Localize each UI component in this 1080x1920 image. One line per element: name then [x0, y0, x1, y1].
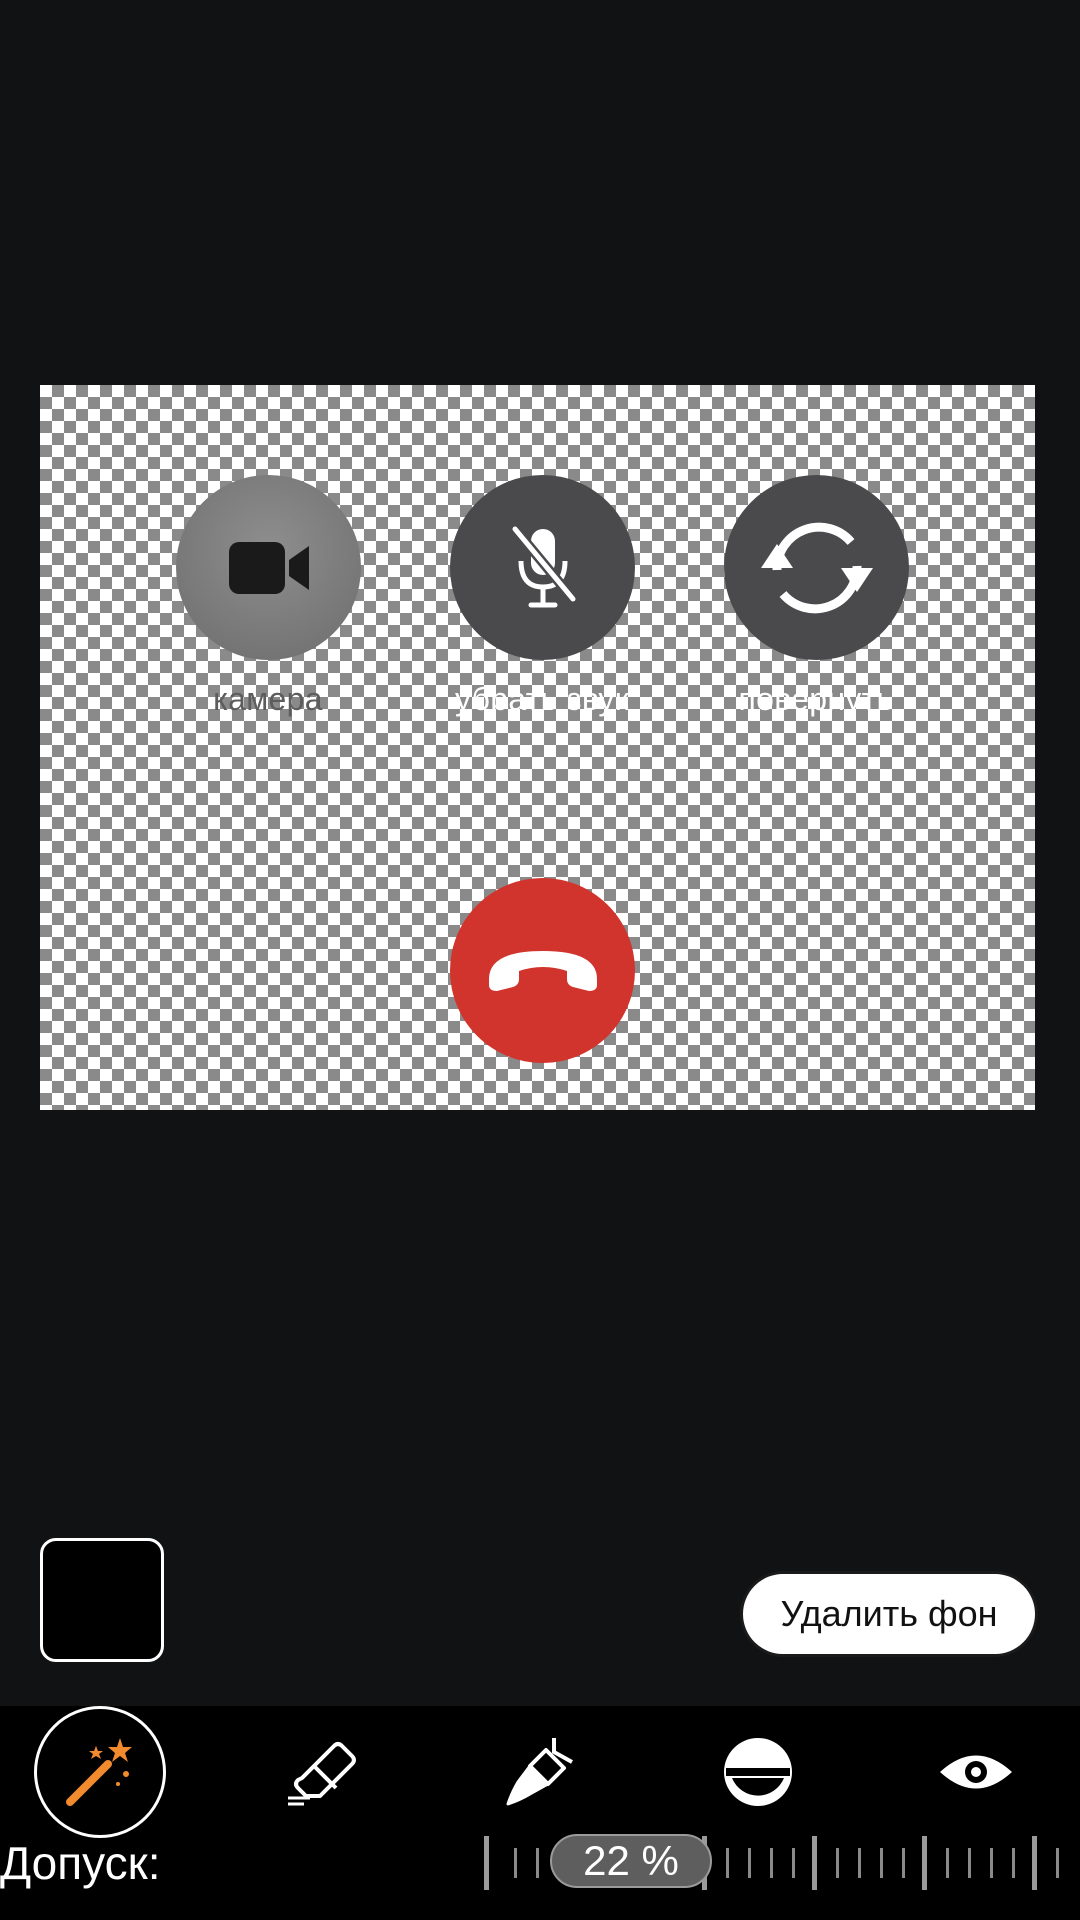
magic-wand-icon: [66, 1738, 132, 1806]
rotate-button[interactable]: [724, 475, 909, 660]
slider-tick: [968, 1848, 971, 1878]
tolerance-value-badge[interactable]: 22 %: [550, 1834, 712, 1888]
tolerance-slider[interactable]: 22 %: [480, 1826, 1080, 1896]
mic-off-icon: [510, 525, 577, 607]
remove-background-button[interactable]: Удалить фон: [740, 1571, 1038, 1657]
preview-tool[interactable]: [910, 1706, 1042, 1838]
slider-tick: [902, 1848, 905, 1878]
slider-tick: [748, 1848, 751, 1878]
rotate-label: повернуть: [738, 681, 894, 717]
slider-tick: [922, 1836, 927, 1890]
bottom-toolbar: Допуск: 22 %: [0, 1706, 1080, 1920]
slider-tick: [1032, 1836, 1037, 1890]
brush-icon: [506, 1738, 573, 1806]
slider-tick: [726, 1848, 729, 1878]
tolerance-label: Допуск:: [0, 1837, 161, 1889]
slider-tick: [836, 1848, 839, 1878]
brush-tool[interactable]: [474, 1706, 606, 1838]
slider-tick: [514, 1848, 517, 1878]
slider-tick: [946, 1848, 949, 1878]
slider-tick: [484, 1836, 489, 1890]
magic-wand-tool[interactable]: [34, 1706, 166, 1838]
video-camera-icon: [228, 541, 309, 594]
hangup-button[interactable]: [450, 878, 635, 1063]
eraser-icon: [288, 1742, 356, 1806]
mute-label: убрать звук: [454, 681, 630, 717]
slider-tick: [792, 1848, 795, 1878]
slider-tick: [1012, 1848, 1015, 1878]
eye-icon: [940, 1755, 1012, 1789]
slider-tick: [990, 1848, 993, 1878]
slider-tick: [880, 1848, 883, 1878]
eraser-tool[interactable]: [254, 1706, 386, 1838]
slider-tick: [812, 1836, 817, 1890]
phone-hangup-icon: [488, 950, 597, 991]
image-canvas[interactable]: камера убрать звук повернуть: [40, 385, 1035, 1110]
mute-button[interactable]: [450, 475, 635, 660]
camera-label: камера: [213, 681, 323, 717]
tolerance-value: 22 %: [583, 1837, 679, 1884]
slider-tick: [770, 1848, 773, 1878]
remove-background-label: Удалить фон: [780, 1593, 998, 1634]
slider-tick: [1056, 1848, 1059, 1878]
half-circle-icon: [724, 1738, 792, 1806]
color-swatch[interactable]: [40, 1538, 164, 1662]
invert-tool[interactable]: [692, 1706, 824, 1838]
screen: камера убрать звук повернуть Удалить фон…: [0, 0, 1080, 1920]
slider-tick: [858, 1848, 861, 1878]
rotate-icon: [760, 522, 873, 613]
camera-button[interactable]: [176, 475, 361, 660]
slider-tick: [536, 1848, 539, 1878]
